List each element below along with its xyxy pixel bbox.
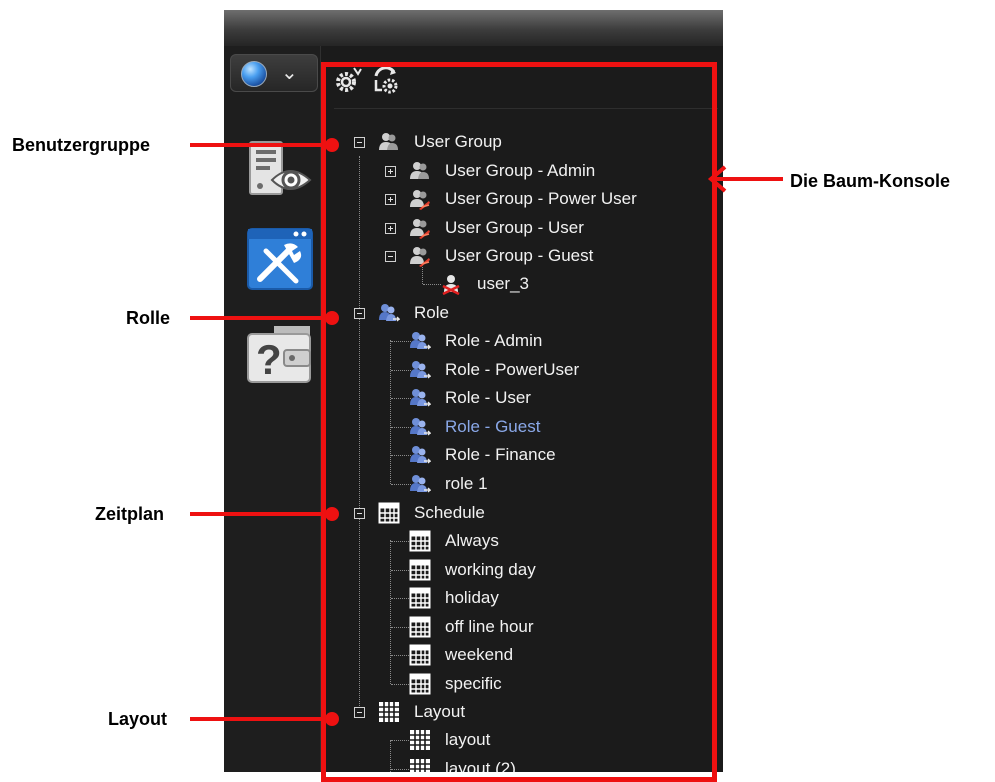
annotation-dot — [325, 712, 339, 726]
annotation-dot — [325, 138, 339, 152]
annotation-line — [190, 143, 330, 147]
annotation-dot — [325, 507, 339, 521]
annotation-role: Rolle — [126, 308, 171, 328]
annotation-tree-console: Die Baum-Konsole — [790, 171, 951, 191]
annotation-arrow — [707, 165, 783, 193]
annotation-user-group: Benutzergruppe — [12, 135, 151, 155]
annotation-line — [190, 717, 330, 721]
annotation-dot — [325, 311, 339, 325]
tree-console-highlight — [321, 62, 717, 782]
annotation-line — [190, 316, 330, 320]
annotation-layout: Layout — [108, 709, 168, 729]
annotation-line — [190, 512, 330, 516]
annotation-schedule: Zeitplan — [95, 504, 165, 524]
